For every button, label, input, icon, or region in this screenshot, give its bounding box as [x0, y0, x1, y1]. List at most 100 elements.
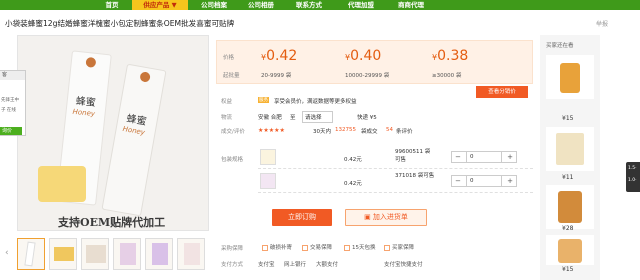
main-product-image[interactable]: 蜂蜜 Honey 蜂蜜 Honey 支持OEM贴牌代加工	[17, 35, 209, 231]
contact-panel-header: 客	[0, 71, 25, 80]
quantity-input[interactable]: 0	[466, 152, 502, 162]
nav-agency[interactable]: 代理加盟	[340, 0, 382, 10]
sku-thumbnail[interactable]	[260, 173, 276, 189]
nav-contact[interactable]: 联系方式	[288, 0, 330, 10]
sku-price: 0.42元	[344, 157, 362, 163]
rating-label: 成交/评价	[221, 129, 245, 135]
recommend-price: ¥15	[562, 266, 574, 273]
promise-item: 交易保障	[302, 243, 332, 251]
check-icon	[384, 244, 390, 251]
payment-method: 支付宝快捷支付	[384, 262, 423, 268]
payment-method: 网上银行	[284, 262, 307, 268]
recommend-item-image[interactable]	[546, 185, 594, 229]
thumbnail[interactable]	[81, 238, 109, 270]
payment-label: 支付方式	[221, 262, 244, 268]
qty-tier-3: ≥30000 袋	[432, 73, 462, 79]
stick-label: 蜂蜜	[75, 96, 97, 110]
shipping-label: 物流	[221, 115, 233, 121]
shipping-origin: 安徽 合肥	[258, 115, 282, 121]
thumbnail[interactable]	[113, 238, 141, 270]
recommend-item-image[interactable]	[546, 127, 594, 171]
recommend-item-image[interactable]	[546, 235, 594, 265]
sku-thumbnail[interactable]	[260, 149, 276, 165]
recommend-item-image[interactable]	[546, 55, 594, 99]
report-link[interactable]: 举报	[596, 19, 608, 28]
nav-company-profile[interactable]: 公司档案	[193, 0, 235, 10]
destination-select[interactable]: 请选择	[302, 111, 333, 123]
payment-method: 支付宝	[258, 262, 275, 268]
contact-name: 先锋王中	[1, 98, 19, 103]
product-title: 小袋装蜂蜜12g结婚蜂蜜洋槐蜜小包定制蜂蜜条OEM批发喜蜜可贴牌	[5, 19, 235, 28]
thumbnail[interactable]	[177, 238, 205, 270]
nav-products[interactable]: 供应产品 ▼	[132, 0, 188, 10]
recommend-price: ¥28	[562, 225, 574, 232]
contact-button[interactable]: 询价	[0, 127, 22, 135]
price-tier-1: ¥0.42	[261, 48, 298, 64]
price-tier-3: ¥0.38	[432, 48, 469, 64]
reviews-suffix[interactable]: 条评价	[396, 127, 413, 135]
check-icon	[302, 244, 308, 251]
sales-suffix: 袋成交	[361, 129, 378, 135]
recommend-title: 买家还在看	[546, 43, 574, 49]
payment-method: 大额支付	[316, 262, 339, 268]
wholesale-price-button[interactable]: 查看分销价	[476, 86, 528, 98]
sales-count: 132755	[335, 127, 356, 133]
image-caption: 支持OEM贴牌代加工	[58, 216, 166, 229]
increment-button[interactable]: +	[504, 152, 516, 162]
promise-label: 采购保障	[221, 246, 244, 252]
prev-arrow-icon[interactable]: ‹	[5, 248, 9, 258]
contact-status: 子 在线	[1, 108, 16, 113]
order-now-button[interactable]: 立即订购	[272, 209, 332, 226]
price-label: 价格	[223, 55, 235, 61]
top-nav: 首页 供应产品 ▼ 公司档案 公司相册 联系方式 代理加盟 商商代理	[0, 0, 640, 10]
nav-dealer[interactable]: 商商代理	[390, 0, 432, 10]
decrement-button[interactable]: −	[452, 176, 464, 186]
qty-tier-1: 20-9999 袋	[261, 73, 292, 79]
recommend-price: ¥11	[562, 174, 574, 181]
shipping-to-prefix: 至	[290, 115, 296, 121]
side-tab-text: 1.0·	[628, 178, 637, 183]
promise-item: 买家保障	[384, 243, 414, 251]
stick-label-en: Honey	[72, 107, 96, 119]
sku-row: 0.42元 99600511 袋可售 − 0 +	[258, 147, 533, 169]
thumbnail[interactable]	[49, 238, 77, 270]
shipping-fee: 快递 ¥5	[357, 115, 377, 121]
service-badge: 服务	[258, 97, 269, 103]
thumbnail-strip: ‹	[3, 238, 209, 278]
nav-company-album[interactable]: 公司相册	[240, 0, 282, 10]
check-icon	[262, 244, 268, 251]
thumbnail[interactable]	[17, 238, 45, 270]
sales-prefix: 30天内	[313, 129, 331, 135]
thumbnail[interactable]	[145, 238, 173, 270]
check-icon	[344, 244, 350, 251]
decrement-button[interactable]: −	[452, 152, 464, 162]
cart-icon: ▣	[364, 213, 373, 221]
sku-price: 0.42元	[344, 181, 362, 187]
honey-stick-image: 蜂蜜 Honey	[101, 63, 167, 217]
promise-item: 破损补寄	[262, 243, 292, 251]
rights-text[interactable]: 享受会员价，满返数据等更多权益	[274, 97, 357, 105]
contact-panel: 客 先锋王中 子 在线 询价	[0, 70, 26, 136]
price-panel: 价格 起批量 ¥0.42 20-9999 袋 ¥0.40 10000-29999…	[216, 40, 533, 98]
brand-logo-icon	[85, 56, 97, 68]
qty-tier-2: 10000-29999 袋	[345, 73, 390, 79]
quantity-input[interactable]: 0	[466, 176, 502, 186]
promise-item: 15天包换	[344, 243, 376, 251]
sku-stock: 99600511 袋可售	[395, 149, 431, 163]
sku-row: 0.42元 371018 袋可售 − 0 +	[258, 171, 533, 193]
quantity-stepper: − 0 +	[451, 175, 517, 187]
price-tier-2: ¥0.40	[345, 48, 382, 64]
quantity-stepper: − 0 +	[451, 151, 517, 163]
rights-label: 权益	[221, 99, 233, 105]
nav-home[interactable]: 首页	[95, 0, 129, 10]
increment-button[interactable]: +	[504, 176, 516, 186]
sku-stock: 371018 袋可售	[395, 173, 435, 179]
brand-logo-icon	[139, 71, 151, 83]
side-float-tab[interactable]: 1.5· 1.0·	[626, 162, 640, 192]
qty-label: 起批量	[223, 73, 240, 79]
side-tab-text: 1.5·	[628, 166, 637, 171]
recommend-price: ¥15	[562, 115, 574, 122]
add-to-cart-button[interactable]: ▣ 加入进货单	[345, 209, 427, 226]
reviews-count[interactable]: 54	[386, 127, 393, 133]
rating-stars-icon: ★★★★★	[258, 127, 285, 134]
